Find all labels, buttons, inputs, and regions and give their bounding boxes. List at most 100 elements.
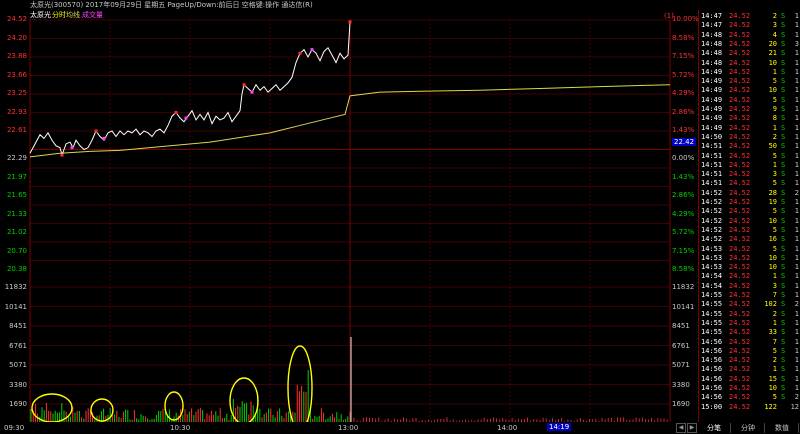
- tick-row[interactable]: 14:55 24.52 33 S 1: [699, 328, 800, 336]
- tick-count: 2: [794, 300, 799, 309]
- tick-time: 14:50: [701, 132, 723, 141]
- tick-volume: 7: [772, 291, 777, 299]
- tick-row[interactable]: 15:00 24.52 122 12: [699, 403, 800, 411]
- tick-row[interactable]: 14:55 24.52 102 S 2: [699, 300, 800, 308]
- tick-count: 1: [794, 365, 799, 374]
- price-tick-label: 23.25: [6, 89, 27, 97]
- tick-row[interactable]: 14:49 24.52 9 S 1: [699, 105, 800, 113]
- tick-time: 14:56: [701, 346, 723, 355]
- tick-time: 14:55: [701, 309, 723, 318]
- percent-tick-label: 7.15%: [672, 246, 695, 255]
- tick-row[interactable]: 14:56 24.52 15 S 1: [699, 375, 800, 383]
- tab-values[interactable]: 数值: [766, 423, 799, 433]
- tick-row[interactable]: 14:48 24.52 10 S 1: [699, 59, 800, 67]
- tick-row[interactable]: 14:54 24.52 1 S 1: [699, 272, 800, 280]
- time-axis: 09:30 10:30 13:00 14:00 14:19 ◀ ▶: [0, 422, 697, 434]
- percent-tick-label: 1.43%: [672, 126, 695, 134]
- tick-time: 14:49: [701, 105, 723, 113]
- tab-ticks[interactable]: 分笔: [698, 423, 731, 433]
- price-tick-label: 24.52: [6, 15, 27, 23]
- tick-price: 24.52: [729, 393, 751, 402]
- tick-volume: 2: [772, 309, 777, 318]
- tick-row[interactable]: 14:48 24.52 21 S 1: [699, 49, 800, 57]
- tick-row[interactable]: 14:56 24.52 7 S 1: [699, 338, 800, 346]
- tick-row[interactable]: 14:50 24.52 2 S 1: [699, 133, 800, 141]
- tick-row[interactable]: 14:47 24.52 3 S 1: [699, 21, 800, 29]
- tick-time: 14:54: [701, 272, 723, 281]
- tick-time: 14:53: [701, 244, 723, 253]
- tick-row[interactable]: 14:52 24.52 5 S 1: [699, 226, 800, 234]
- tick-row[interactable]: 14:51 24.52 3 S 1: [699, 170, 800, 178]
- tick-row[interactable]: 14:53 24.52 10 S 1: [699, 254, 800, 262]
- tick-list-panel[interactable]: 14:47 24.52 2 S 1 14:47 24.52 3 S 1 14:48 24.52 4 S 1 1…: [698, 10, 800, 422]
- tick-price: 24.52: [729, 309, 751, 318]
- tick-row[interactable]: 14:49 24.52 1 S 1: [699, 124, 800, 132]
- tick-count: 1: [794, 49, 799, 58]
- tick-price: 24.52: [729, 30, 751, 39]
- percent-tick-label: 4.29%: [672, 89, 695, 97]
- tick-volume: 3: [772, 281, 777, 290]
- tick-count: 1: [794, 142, 799, 151]
- time-label: 09:30: [4, 424, 25, 432]
- scroll-left-button[interactable]: ◀: [676, 423, 686, 433]
- intraday-chart[interactable]: [0, 10, 697, 424]
- tick-row[interactable]: 14:51 24.52 50 S 1: [699, 142, 800, 150]
- tick-price: 24.52: [729, 49, 751, 58]
- tick-volume: 1: [772, 365, 777, 374]
- tick-row[interactable]: 14:51 24.52 5 S 1: [699, 179, 800, 187]
- tick-price: 24.52: [729, 160, 751, 169]
- tick-row[interactable]: 14:56 24.52 1 S 1: [699, 365, 800, 373]
- volume-tick-label: 10141: [672, 302, 695, 311]
- tick-price: 24.52: [729, 67, 751, 76]
- tick-row[interactable]: 14:52 24.52 10 S 1: [699, 217, 800, 225]
- cursor-time-tag: 14:19: [547, 423, 572, 431]
- tick-row[interactable]: 14:49 24.52 10 S 1: [699, 86, 800, 94]
- price-tick-label: 22.61: [6, 126, 27, 134]
- tick-row[interactable]: 14:51 24.52 5 S 1: [699, 152, 800, 160]
- tick-row[interactable]: 14:52 24.52 28 S 2: [699, 189, 800, 197]
- trade-markers: [60, 20, 352, 157]
- tick-time: 14:48: [701, 30, 723, 39]
- tick-price: 24.52: [729, 86, 751, 95]
- tick-row[interactable]: 14:53 24.52 10 S 1: [699, 263, 800, 271]
- tick-row[interactable]: 14:49 24.52 5 S 1: [699, 77, 800, 85]
- tick-price: 24.52: [729, 142, 751, 151]
- tick-row[interactable]: 14:55 24.52 7 S 1: [699, 291, 800, 299]
- tick-row[interactable]: 14:55 24.52 2 S 1: [699, 310, 800, 318]
- tick-price: 24.52: [729, 105, 751, 113]
- tick-row[interactable]: 14:49 24.52 8 S 1: [699, 114, 800, 122]
- volume-tick-label: 3380: [672, 380, 690, 389]
- tick-row[interactable]: 14:54 24.52 3 S 1: [699, 282, 800, 290]
- tick-row[interactable]: 14:56 24.52 10 S 1: [699, 384, 800, 392]
- tick-volume: 20: [768, 39, 777, 48]
- percent-tick-label: 5.72%: [672, 70, 695, 79]
- tick-row[interactable]: 14:52 24.52 16 S 1: [699, 235, 800, 243]
- tick-row[interactable]: 14:48 24.52 4 S 1: [699, 31, 800, 39]
- tick-row[interactable]: 14:52 24.52 5 S 1: [699, 207, 800, 215]
- tick-row[interactable]: 14:49 24.52 1 S 1: [699, 68, 800, 76]
- volume-tick-label: 1690: [672, 400, 690, 408]
- tab-minutes[interactable]: 分钟: [732, 423, 765, 433]
- price-tick-label: 23.88: [6, 52, 27, 60]
- tick-row[interactable]: 14:53 24.52 5 S 1: [699, 245, 800, 253]
- price-tick-label: 24.20: [6, 33, 27, 42]
- tick-row[interactable]: 14:48 24.52 20 S 3: [699, 40, 800, 48]
- chart-grid: [29, 19, 671, 424]
- tick-price: 24.52: [729, 318, 751, 327]
- tick-row[interactable]: 14:56 24.52 2 S 1: [699, 356, 800, 364]
- tick-row[interactable]: 14:51 24.52 1 S 1: [699, 161, 800, 169]
- tick-row[interactable]: 14:56 24.52 5 S 1: [699, 347, 800, 355]
- tick-price: 24.52: [729, 95, 751, 104]
- tick-row[interactable]: 14:56 24.52 5 S 2: [699, 393, 800, 401]
- tick-row[interactable]: 14:47 24.52 2 S 1: [699, 12, 800, 20]
- scroll-right-button[interactable]: ▶: [687, 423, 697, 433]
- tick-row[interactable]: 14:52 24.52 19 S 1: [699, 198, 800, 206]
- tick-price: 24.52: [729, 346, 751, 355]
- tick-volume: 5: [772, 151, 777, 160]
- title-bar: 太原光(300570) 2017年09月29日 星期五 PageUp/Down:…: [0, 0, 800, 10]
- tick-row[interactable]: 14:49 24.52 5 S 1: [699, 96, 800, 104]
- tick-time: 14:48: [701, 39, 723, 48]
- volume-tick-label: 5071: [9, 361, 27, 369]
- tick-row[interactable]: 14:55 24.52 1 S 1: [699, 319, 800, 327]
- tick-volume: 10: [768, 216, 777, 225]
